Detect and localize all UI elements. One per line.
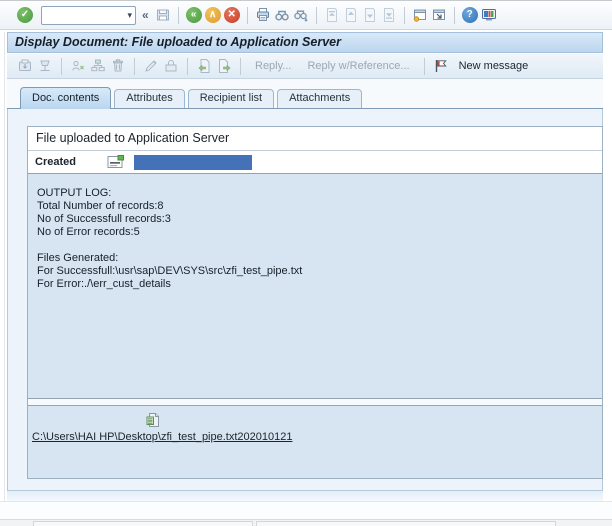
publish-icon[interactable] bbox=[17, 58, 33, 74]
toolbar-separator bbox=[134, 57, 135, 75]
reply-with-reference-button[interactable]: Reply w/Reference... bbox=[301, 60, 415, 72]
status-bar: SAP bbox=[0, 501, 612, 520]
attachment-link[interactable]: C:\Users\HAI HP\Desktop\zfi_test_pipe.tx… bbox=[32, 431, 292, 443]
output-log-line: OUTPUT LOG: bbox=[37, 187, 112, 199]
panel-footer-gradient bbox=[7, 491, 603, 501]
toolbar-separator bbox=[315, 6, 317, 24]
delete-icon[interactable] bbox=[110, 58, 126, 74]
output-log-line: No of Error records:5 bbox=[37, 226, 140, 238]
document-editor: File uploaded to Application Server Crea… bbox=[27, 126, 603, 479]
edit-icon[interactable] bbox=[143, 58, 159, 74]
first-page-icon[interactable] bbox=[324, 7, 340, 23]
check-icon: ✓ bbox=[20, 9, 30, 20]
toolbar-separator bbox=[453, 6, 455, 24]
reply-button[interactable]: Reply... bbox=[249, 60, 297, 72]
tab-attachments[interactable]: Attachments bbox=[277, 89, 363, 108]
tab-attributes[interactable]: Attributes bbox=[114, 89, 185, 108]
page-up-icon[interactable] bbox=[343, 7, 359, 23]
customize-layout-icon[interactable] bbox=[481, 7, 497, 23]
link-person-icon[interactable] bbox=[70, 58, 86, 74]
tab-recipient-list[interactable]: Recipient list bbox=[187, 89, 275, 108]
back-icon: « bbox=[190, 9, 197, 20]
toolbar-separator bbox=[240, 57, 241, 75]
document-body-text[interactable]: OUTPUT LOG: Total Number of records:8 No o… bbox=[28, 174, 602, 398]
cancel-icon: ✕ bbox=[227, 9, 236, 20]
toolbar-separator bbox=[403, 6, 405, 24]
flag-icon[interactable] bbox=[433, 58, 449, 74]
express-document-icon bbox=[107, 155, 125, 169]
status-message-field bbox=[33, 521, 253, 526]
window-edge bbox=[4, 32, 5, 519]
system-toolbar: ✓ ▾ « « ∧ ✕ ? bbox=[0, 1, 612, 30]
exit-icon: ∧ bbox=[209, 9, 217, 20]
output-log-line: Files Generated: bbox=[37, 252, 119, 264]
splitter-handle[interactable] bbox=[28, 398, 602, 406]
creator-name-redacted bbox=[133, 154, 252, 170]
help-icon: ? bbox=[466, 9, 473, 20]
output-log-line: For Successfull:\usr\sap\DEV\SYS\src\zfi… bbox=[37, 265, 303, 277]
text-file-icon[interactable] bbox=[145, 412, 161, 428]
find-next-icon[interactable] bbox=[293, 7, 309, 23]
save-icon[interactable] bbox=[155, 7, 171, 23]
toolbar-separator bbox=[187, 57, 188, 75]
find-icon[interactable] bbox=[274, 7, 290, 23]
create-shortcut-icon[interactable] bbox=[431, 7, 447, 23]
import-doc-icon[interactable] bbox=[196, 58, 212, 74]
help-button[interactable]: ? bbox=[461, 7, 478, 23]
page-down-icon[interactable] bbox=[362, 7, 378, 23]
command-input[interactable] bbox=[42, 8, 125, 22]
toolbar-separator bbox=[177, 6, 179, 24]
page-title: Display Document: File uploaded to Appli… bbox=[7, 32, 603, 53]
print-icon[interactable] bbox=[255, 7, 271, 23]
new-session-icon[interactable] bbox=[412, 7, 428, 23]
created-label: Created bbox=[35, 156, 76, 168]
screen-send-icon[interactable] bbox=[37, 58, 53, 74]
attachment-area: C:\Users\HAI HP\Desktop\zfi_test_pipe.tx… bbox=[28, 406, 602, 478]
toolbar-separator bbox=[246, 6, 248, 24]
org-chart-icon[interactable] bbox=[90, 58, 106, 74]
command-field[interactable]: ▾ bbox=[41, 5, 136, 25]
status-info-field bbox=[256, 521, 556, 526]
exit-button[interactable]: ∧ bbox=[204, 7, 221, 23]
toolbar-separator bbox=[423, 57, 425, 75]
lock-box-icon[interactable] bbox=[163, 58, 179, 74]
back-button[interactable]: « bbox=[185, 7, 202, 23]
sap-gui-window: ✓ ▾ « « ∧ ✕ ? Display Document: File upl… bbox=[0, 0, 612, 526]
enter-button[interactable]: ✓ bbox=[17, 7, 33, 23]
document-title: File uploaded to Application Server bbox=[28, 127, 602, 151]
created-row: Created bbox=[28, 151, 602, 174]
output-log-line: Total Number of records:8 bbox=[37, 200, 164, 212]
toolbar-separator bbox=[61, 57, 62, 75]
new-message-button[interactable]: New message bbox=[453, 60, 535, 72]
tab-strip: Doc. contents Attributes Recipient list … bbox=[7, 87, 603, 109]
export-doc-icon[interactable] bbox=[216, 58, 232, 74]
chevron-down-icon[interactable]: ▾ bbox=[124, 10, 135, 21]
cancel-button[interactable]: ✕ bbox=[223, 7, 240, 23]
output-log-line: No of Successfull records:3 bbox=[37, 213, 171, 225]
output-log-line: For Error:./\err_cust_details bbox=[37, 278, 171, 290]
collapse-toolbar-button[interactable]: « bbox=[139, 8, 152, 22]
application-toolbar: Reply... Reply w/Reference... New messag… bbox=[7, 54, 603, 79]
last-page-icon[interactable] bbox=[381, 7, 397, 23]
tab-doc-contents[interactable]: Doc. contents bbox=[20, 87, 112, 109]
output-log-line bbox=[37, 239, 602, 252]
